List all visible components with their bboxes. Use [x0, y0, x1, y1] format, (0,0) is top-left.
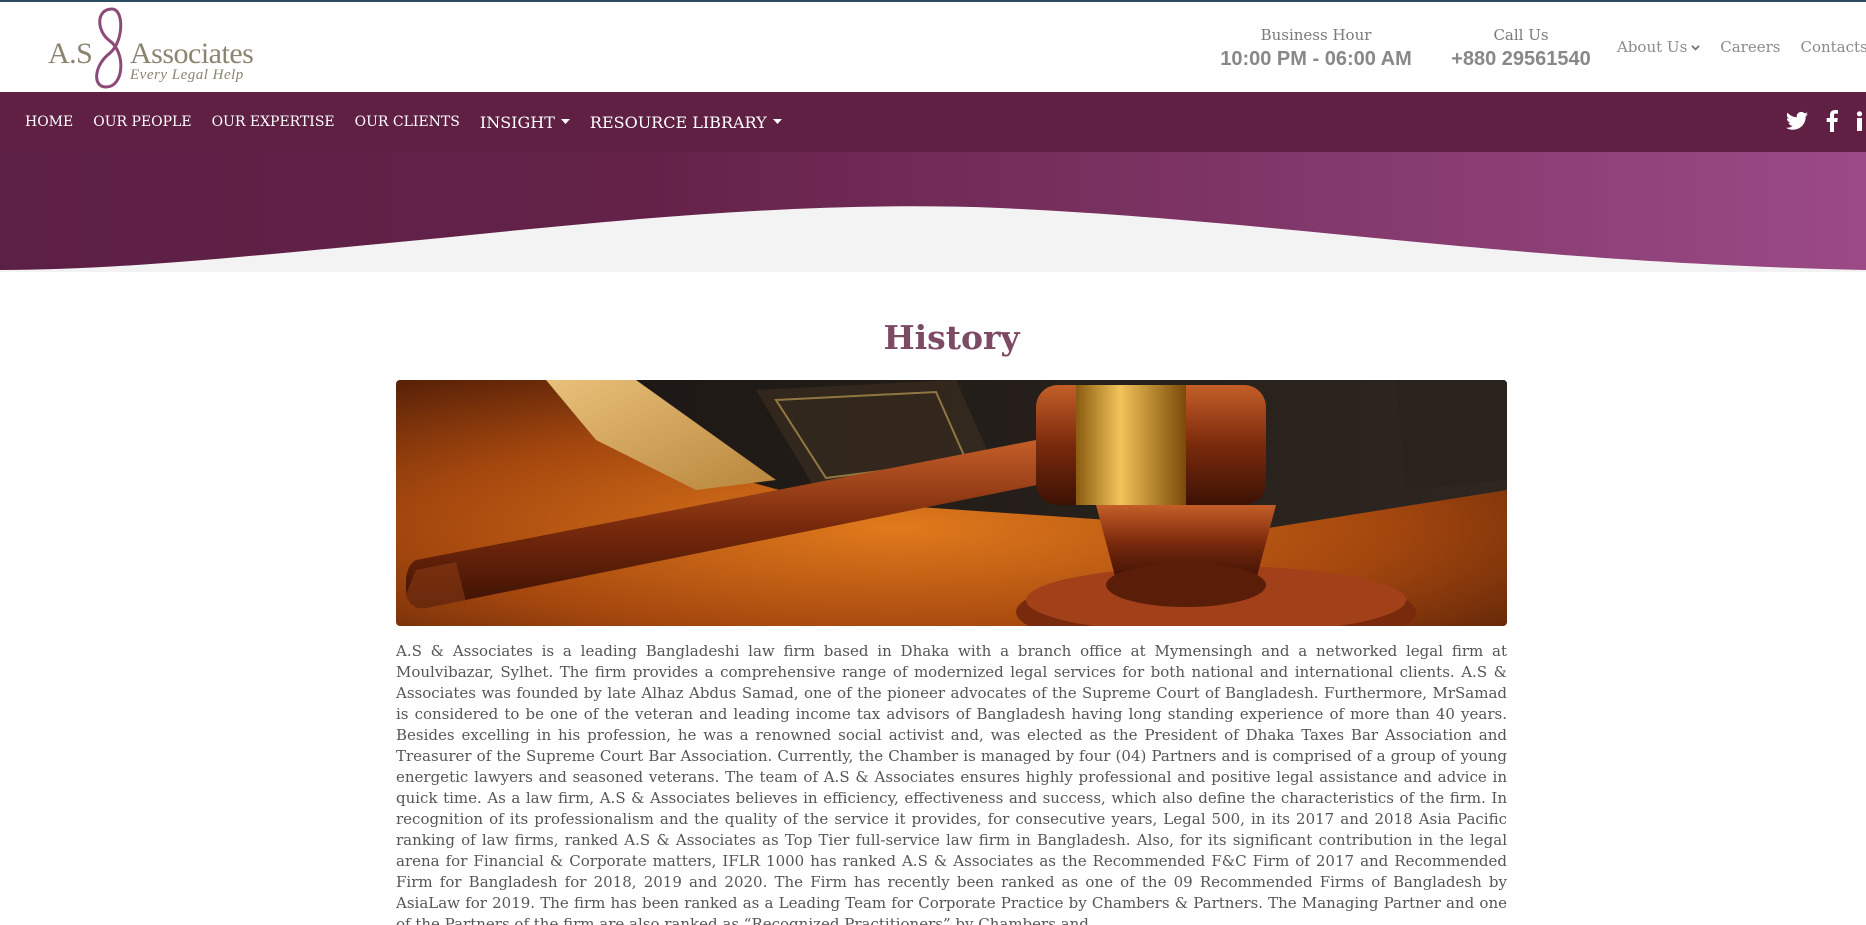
- top-link-label: About Us: [1617, 38, 1688, 56]
- business-hour-block: Business Hour 10:00 PM - 06:00 AM: [1218, 26, 1414, 71]
- nav-item-our-people[interactable]: OUR PEOPLE: [93, 114, 191, 130]
- business-hour-label: Business Hour: [1260, 26, 1372, 44]
- page-title: History: [883, 318, 1020, 357]
- nav-item-our-clients[interactable]: OUR CLIENTS: [355, 114, 460, 130]
- main-nav-bar: HOME OUR PEOPLE OUR EXPERTISE OUR CLIENT…: [0, 92, 1866, 152]
- business-hour-value: 10:00 PM - 06:00 AM: [1220, 48, 1412, 70]
- call-us-label: Call Us: [1493, 26, 1549, 44]
- hero-banner: [0, 152, 1866, 272]
- nav-item-our-expertise[interactable]: OUR EXPERTISE: [212, 114, 335, 130]
- history-hero-photo: [396, 380, 1507, 626]
- logo-text-as: A.S: [48, 37, 93, 70]
- top-link-about-us[interactable]: About Us: [1617, 38, 1701, 56]
- top-link-contacts[interactable]: Contacts: [1800, 38, 1866, 56]
- top-link-careers[interactable]: Careers: [1720, 38, 1780, 56]
- logo-tagline: Every Legal Help: [130, 67, 244, 83]
- caret-down-icon: [560, 119, 570, 124]
- main-nav: HOME OUR PEOPLE OUR EXPERTISE OUR CLIENT…: [25, 92, 802, 152]
- logo-text-associates: Associates: [130, 37, 254, 70]
- nav-item-home[interactable]: HOME: [25, 114, 73, 130]
- call-us-phone[interactable]: +880 29561540: [1446, 48, 1596, 71]
- social-links: [1786, 110, 1864, 132]
- hero-wave-graphic: [0, 152, 1866, 272]
- nav-item-insight[interactable]: INSIGHT: [480, 113, 570, 132]
- gavel-illustration: [396, 380, 1507, 626]
- logo-swirl-icon: [95, 7, 123, 89]
- nav-item-label: RESOURCE LIBRARY: [589, 112, 767, 132]
- top-links: About Us Careers Contacts: [1617, 38, 1866, 56]
- caret-down-icon: [772, 119, 782, 124]
- chevron-down-icon: [1691, 44, 1701, 51]
- twitter-icon[interactable]: [1786, 111, 1808, 131]
- nav-item-resource-library[interactable]: RESOURCE LIBRARY: [590, 113, 782, 132]
- site-logo[interactable]: A.S Associates Every Legal Help: [44, 5, 264, 91]
- nav-item-label: INSIGHT: [479, 112, 555, 132]
- facebook-icon[interactable]: [1826, 110, 1838, 132]
- linkedin-icon[interactable]: [1856, 111, 1864, 131]
- top-header: A.S Associates Every Legal Help Business…: [0, 0, 1866, 92]
- call-us-block: Call Us +880 29561540: [1446, 26, 1596, 71]
- history-paragraph: A.S & Associates is a leading Bangladesh…: [396, 642, 1507, 925]
